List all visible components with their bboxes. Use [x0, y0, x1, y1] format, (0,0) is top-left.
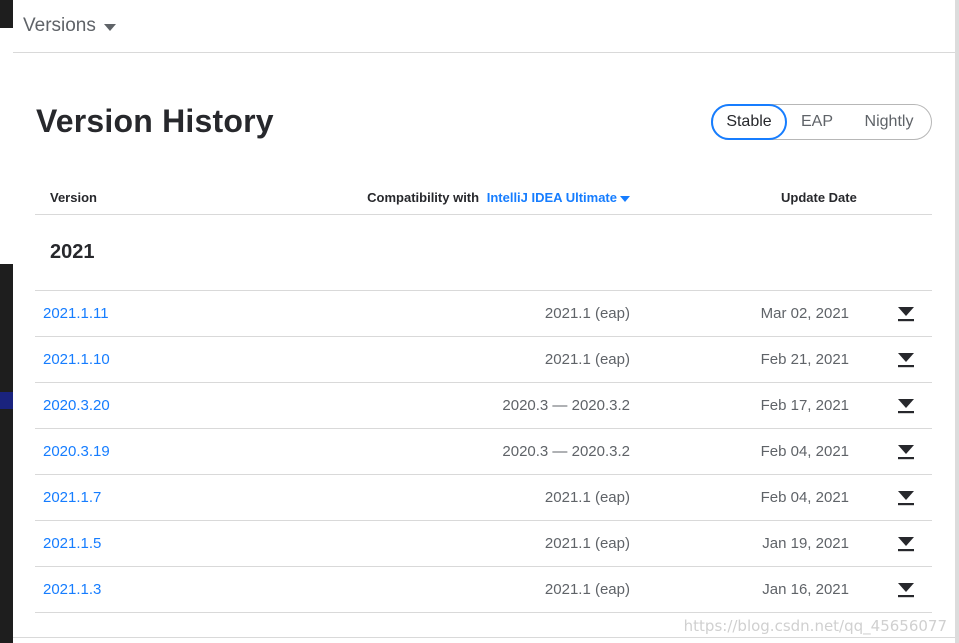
versions-panel: Versions Version History Stable EAP Nigh… [13, 0, 955, 643]
download-icon[interactable] [897, 305, 915, 323]
versions-header[interactable]: Versions [13, 0, 955, 53]
column-compatibility: Compatibility with IntelliJ IDEA Ultimat… [367, 190, 630, 205]
compatibility-range: 2021.1 (eap) [544, 489, 630, 506]
version-link[interactable]: 2021.1.5 [43, 535, 101, 552]
background-page-strip [0, 0, 13, 643]
version-link[interactable]: 2020.3.19 [43, 443, 110, 460]
compatibility-range: 2020.3 — 2020.3.2 [502, 397, 630, 414]
channel-switcher: Stable EAP Nightly [711, 104, 932, 140]
download-icon[interactable] [897, 489, 915, 507]
table-row: 2021.1.3 2021.1 (eap) Jan 16, 2021 [35, 567, 932, 613]
page-title: Version History [36, 103, 274, 139]
compatibility-range: 2021.1 (eap) [544, 351, 630, 368]
update-date: Jan 16, 2021 [762, 581, 849, 598]
update-date: Jan 19, 2021 [762, 535, 849, 552]
column-compat-prefix: Compatibility with [367, 190, 480, 205]
year-label: 2021 [50, 241, 95, 263]
scrollbar-edge [955, 0, 959, 643]
download-icon[interactable] [897, 351, 915, 369]
table-row: 2021.1.5 2021.1 (eap) Jan 19, 2021 [35, 521, 932, 567]
version-table: Version Compatibility with IntelliJ IDEA… [35, 181, 932, 613]
table-row: 2020.3.19 2020.3 — 2020.3.2 Feb 04, 2021 [35, 429, 932, 475]
product-selector-link[interactable]: IntelliJ IDEA Ultimate [487, 190, 630, 205]
version-link[interactable]: 2020.3.20 [43, 397, 110, 414]
background-blue-block [0, 392, 13, 409]
version-link[interactable]: 2021.1.7 [43, 489, 101, 506]
update-date: Mar 02, 2021 [760, 305, 849, 322]
table-row: 2020.3.20 2020.3 — 2020.3.2 Feb 17, 2021 [35, 383, 932, 429]
table-row: 2021.1.7 2021.1 (eap) Feb 04, 2021 [35, 475, 932, 521]
update-date: Feb 04, 2021 [760, 443, 849, 460]
download-icon[interactable] [897, 581, 915, 599]
year-group-header: 2021 [35, 215, 932, 291]
channel-eap-button[interactable]: EAP [787, 105, 847, 139]
compatibility-range: 2021.1 (eap) [544, 305, 630, 322]
compatibility-range: 2021.1 (eap) [544, 535, 630, 552]
caret-down-icon [620, 195, 630, 202]
table-row: 2021.1.11 2021.1 (eap) Mar 02, 2021 [35, 291, 932, 337]
caret-down-icon[interactable] [103, 24, 116, 31]
version-link[interactable]: 2021.1.10 [43, 351, 110, 368]
channel-stable-button[interactable]: Stable [711, 104, 787, 140]
compatibility-range: 2021.1 (eap) [544, 581, 630, 598]
update-date: Feb 17, 2021 [760, 397, 849, 414]
channel-nightly-button[interactable]: Nightly [847, 105, 931, 139]
update-date: Feb 21, 2021 [760, 351, 849, 368]
versions-header-title: Versions [23, 15, 96, 36]
background-light-area [0, 28, 13, 264]
version-link[interactable]: 2021.1.11 [43, 305, 109, 322]
table-header: Version Compatibility with IntelliJ IDEA… [35, 181, 932, 215]
column-version: Version [50, 190, 97, 205]
table-bottom-divider [13, 637, 955, 638]
update-date: Feb 04, 2021 [760, 489, 849, 506]
download-icon[interactable] [897, 443, 915, 461]
watermark-text: https://blog.csdn.net/qq_45656077 [683, 617, 947, 635]
heading-row: Version History Stable EAP Nightly [13, 53, 955, 181]
download-icon[interactable] [897, 535, 915, 553]
product-selector-label: IntelliJ IDEA Ultimate [486, 190, 617, 205]
table-row: 2021.1.10 2021.1 (eap) Feb 21, 2021 [35, 337, 932, 383]
compatibility-range: 2020.3 — 2020.3.2 [502, 443, 630, 460]
version-link[interactable]: 2021.1.3 [43, 581, 101, 598]
download-icon[interactable] [897, 397, 915, 415]
column-update-date: Update Date [781, 190, 857, 205]
